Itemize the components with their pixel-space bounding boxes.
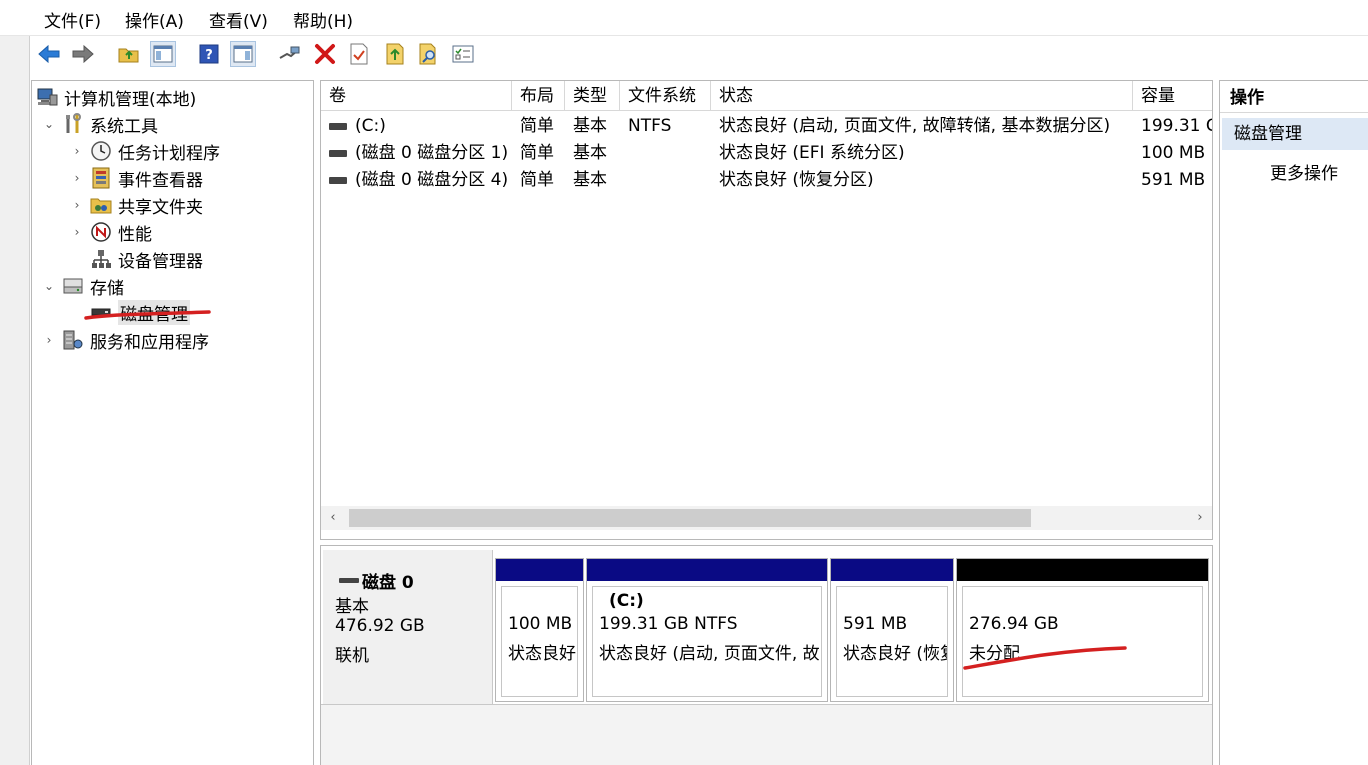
actions-pane: 操作 磁盘管理 更多操作 [1219, 80, 1368, 765]
delete-x-icon[interactable] [312, 41, 338, 67]
menu-help[interactable]: 帮助(H) [293, 7, 353, 32]
horizontal-scrollbar[interactable]: ‹ › [321, 506, 1212, 530]
tools-icon [62, 113, 84, 135]
chevron-right-icon[interactable]: › [70, 198, 84, 212]
chevron-right-icon[interactable]: › [70, 225, 84, 239]
svg-text:?: ? [205, 48, 213, 63]
forward-arrow-icon[interactable] [70, 41, 96, 67]
volume-icon [329, 150, 347, 157]
help-icon[interactable]: ? [196, 41, 222, 67]
tree-item-system-tools[interactable]: ⌄ 系统工具 [42, 111, 158, 137]
tree-item-services-apps[interactable]: › 服务和应用程序 [42, 327, 209, 353]
properties-check-icon[interactable] [346, 41, 372, 67]
show-tree-icon[interactable] [150, 41, 176, 67]
device-manager-icon [90, 248, 112, 270]
tree-item-computer-management[interactable]: 计算机管理(本地) [36, 84, 196, 110]
column-volume[interactable]: 卷 [321, 81, 512, 111]
show-action-pane-icon[interactable] [230, 41, 256, 67]
chevron-right-icon[interactable]: › [70, 144, 84, 158]
red-annotation-underline [963, 646, 1127, 670]
menu-bar: 文件(F) 操作(A) 查看(V) 帮助(H) [0, 0, 1368, 36]
disk-view-empty-area [321, 704, 1212, 765]
table-row[interactable]: (磁盘 0 磁盘分区 1) 简单 基本 状态良好 (EFI 系统分区) 100 … [321, 140, 1212, 167]
connect-icon[interactable] [276, 41, 302, 67]
disk-state: 联机 [335, 646, 369, 666]
disk-graphical-view: 磁盘 0 基本 476.92 GB 联机 100 MB 状态良好 (C:) 19… [320, 545, 1213, 765]
chevron-right-icon[interactable]: › [70, 171, 84, 185]
chevron-down-icon[interactable]: ⌄ [42, 279, 56, 293]
disk-icon [339, 578, 359, 583]
table-row[interactable]: (磁盘 0 磁盘分区 4) 简单 基本 状态良好 (恢复分区) 591 MB [321, 167, 1212, 194]
action-more-actions[interactable]: 更多操作 [1270, 159, 1338, 184]
volume-icon [329, 177, 347, 184]
tree-item-task-scheduler[interactable]: › 任务计划程序 [70, 138, 220, 164]
tree-item-shared-folders[interactable]: › 共享文件夹 [70, 192, 203, 218]
partition-recovery[interactable]: 591 MB 状态良好 (恢复 [830, 558, 954, 702]
chevron-down-icon[interactable]: ⌄ [42, 117, 56, 131]
scroll-right-icon[interactable]: › [1188, 506, 1212, 530]
column-capacity[interactable]: 容量 [1133, 81, 1212, 111]
toolbar: ? [30, 36, 1368, 72]
clock-icon [90, 140, 112, 162]
storage-icon [62, 275, 84, 297]
find-icon[interactable] [416, 41, 442, 67]
disk-name: 磁盘 0 [339, 568, 414, 593]
export-icon[interactable] [382, 41, 408, 67]
table-row[interactable]: (C:) 简单 基本 NTFS 状态良好 (启动, 页面文件, 故障转储, 基本… [321, 113, 1212, 140]
scroll-left-icon[interactable]: ‹ [321, 506, 345, 530]
computer-management-icon [36, 86, 58, 108]
tree-item-performance[interactable]: › 性能 [70, 219, 152, 245]
tree-item-storage[interactable]: ⌄ 存储 [42, 273, 124, 299]
shared-folder-icon [90, 194, 112, 216]
action-disk-management[interactable]: 磁盘管理 [1222, 118, 1368, 150]
menu-action[interactable]: 操作(A) [125, 7, 184, 32]
tree-item-event-viewer[interactable]: › 事件查看器 [70, 165, 203, 191]
volume-icon [329, 123, 347, 130]
back-arrow-icon[interactable] [36, 41, 62, 67]
disk-type: 基本 [335, 597, 369, 617]
up-folder-icon[interactable] [116, 41, 142, 67]
partition-unallocated[interactable]: 276.94 GB 未分配 [956, 558, 1209, 702]
partition-efi[interactable]: 100 MB 状态良好 [495, 558, 584, 702]
performance-gauge-icon [90, 221, 112, 243]
actions-header: 操作 [1220, 81, 1368, 113]
scrollbar-thumb[interactable] [349, 509, 1031, 527]
list-view-icon[interactable] [450, 41, 476, 67]
menu-file[interactable]: 文件(F) [44, 7, 101, 32]
tree-item-device-manager[interactable]: 设备管理器 [90, 246, 203, 272]
disk-size: 476.92 GB [335, 616, 425, 636]
navigation-tree: 计算机管理(本地) ⌄ 系统工具 › 任务计划程序 › 事件查看器 › 共享文件… [31, 80, 314, 765]
menu-view[interactable]: 查看(V) [209, 7, 268, 32]
volume-list-header: 卷 布局 类型 文件系统 状态 容量 [321, 81, 1212, 111]
window-left-edge [0, 36, 30, 765]
column-status[interactable]: 状态 [711, 81, 1133, 111]
column-layout[interactable]: 布局 [512, 81, 565, 111]
column-filesystem[interactable]: 文件系统 [620, 81, 711, 111]
column-type[interactable]: 类型 [565, 81, 620, 111]
services-icon [62, 329, 84, 351]
chevron-right-icon[interactable]: › [42, 333, 56, 347]
event-viewer-icon [90, 167, 112, 189]
disk-0-label[interactable]: 磁盘 0 基本 476.92 GB 联机 [323, 550, 493, 704]
partition-c[interactable]: (C:) 199.31 GB NTFS 状态良好 (启动, 页面文件, 故 [586, 558, 828, 702]
red-annotation-underline [84, 310, 211, 320]
volume-list: 卷 布局 类型 文件系统 状态 容量 (C:) 简单 基本 NTFS 状态良好 … [320, 80, 1213, 540]
